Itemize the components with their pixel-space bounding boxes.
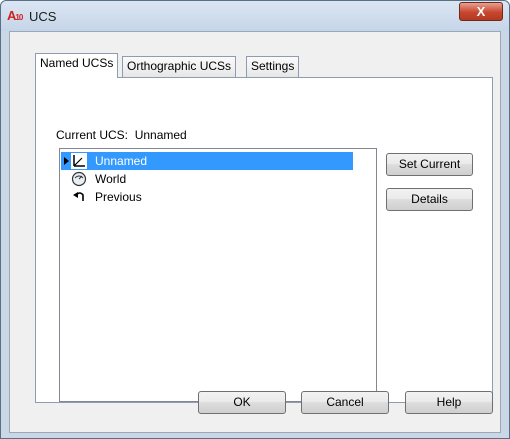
- list-item-unnamed[interactable]: Unnamed: [61, 152, 353, 170]
- ucs-axis-icon: [71, 153, 87, 169]
- cancel-button[interactable]: Cancel: [301, 391, 389, 414]
- current-ucs-label: Current UCS: Unnamed: [56, 128, 187, 142]
- window-title: UCS: [29, 9, 57, 24]
- help-button[interactable]: Help: [405, 391, 493, 414]
- previous-arrow-icon: [71, 189, 87, 205]
- autocad-app-icon: A10: [7, 8, 23, 23]
- ok-button[interactable]: OK: [198, 391, 286, 414]
- tab-settings[interactable]: Settings: [246, 56, 300, 77]
- current-ucs-value: Unnamed: [134, 128, 187, 142]
- current-marker-icon: [64, 153, 70, 169]
- title-bar[interactable]: A10 UCS X: [1, 1, 509, 31]
- named-ucss-panel: Current UCS: Unnamed Unnamed World Previ…: [35, 77, 493, 403]
- close-button[interactable]: X: [459, 2, 503, 21]
- dialog-client-area: Named UCSs Orthographic UCSs Settings Cu…: [9, 31, 501, 433]
- world-globe-icon: [71, 171, 87, 187]
- list-item-label: World: [95, 172, 127, 186]
- tab-named-ucss[interactable]: Named UCSs: [35, 53, 119, 78]
- current-ucs-caption: Current UCS:: [56, 128, 129, 142]
- list-item-label: Previous: [95, 190, 142, 204]
- details-button[interactable]: Details: [386, 188, 473, 211]
- ucs-dialog: A10 UCS X Named UCSs Orthographic UCSs S…: [0, 0, 510, 439]
- list-item-label: Unnamed: [95, 154, 148, 168]
- set-current-button[interactable]: Set Current: [386, 153, 473, 176]
- ucs-listbox[interactable]: Unnamed World Previous: [59, 148, 377, 402]
- tab-orthographic-ucss[interactable]: Orthographic UCSs: [122, 56, 237, 77]
